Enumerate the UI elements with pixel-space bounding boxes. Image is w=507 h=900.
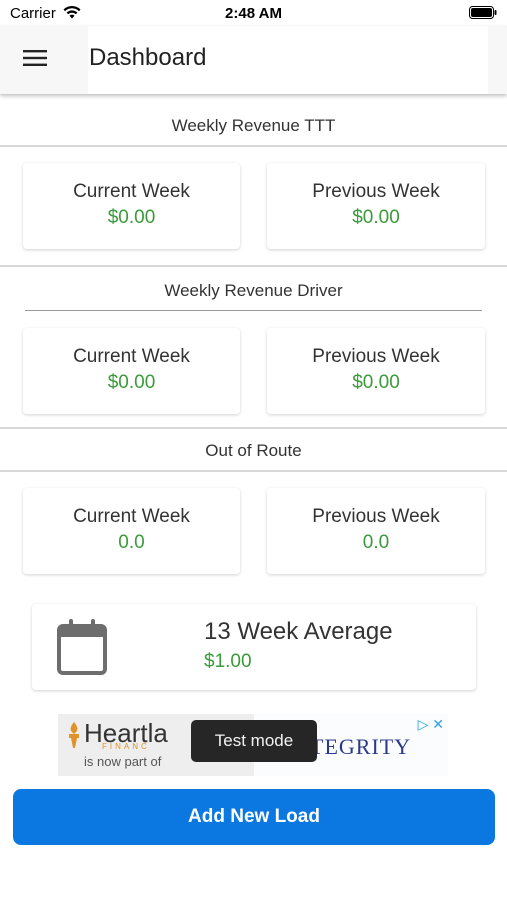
calendar-icon: [56, 618, 108, 681]
current-week-card: Current Week 0.0: [23, 488, 240, 574]
torch-icon: [66, 722, 82, 753]
current-week-label: Current Week: [73, 346, 190, 367]
current-week-value: 0.0: [118, 532, 145, 553]
app-bar-right-area: [488, 26, 507, 94]
status-bar: Carrier 2:48 AM: [0, 0, 507, 26]
current-week-label: Current Week: [73, 181, 190, 202]
section-title-out-of-route: Out of Route: [205, 441, 302, 460]
ad-partner-text: TEGRITY: [310, 734, 412, 759]
divider: [0, 145, 507, 147]
app-bar: Dashboard: [0, 26, 507, 94]
previous-week-label: Previous Week: [312, 346, 440, 367]
current-week-label: Current Week: [73, 506, 190, 527]
week-average-value: $1.00: [204, 651, 252, 672]
previous-week-card: Previous Week $0.00: [267, 163, 485, 249]
current-week-card: Current Week $0.00: [23, 163, 240, 249]
section-title-weekly-revenue-driver: Weekly Revenue Driver: [164, 281, 343, 300]
adchoices-icon[interactable]: ▷ ✕: [418, 716, 444, 733]
divider: [0, 427, 507, 429]
previous-week-card: Previous Week 0.0: [267, 488, 485, 574]
previous-week-label: Previous Week: [312, 181, 440, 202]
previous-week-label: Previous Week: [312, 506, 440, 527]
current-week-card: Current Week $0.00: [23, 328, 240, 414]
divider: [0, 265, 507, 267]
previous-week-value: 0.0: [362, 532, 390, 553]
previous-week-card: Previous Week $0.00: [267, 328, 485, 414]
add-new-load-button[interactable]: Add New Load: [13, 789, 495, 845]
previous-week-value: $0.00: [352, 207, 400, 228]
page-title: Dashboard: [89, 44, 207, 71]
current-week-value: $0.00: [107, 207, 156, 228]
ad-tagline: is now part of: [84, 754, 162, 769]
divider: [25, 310, 482, 311]
week-average-label: 13 Week Average: [204, 618, 393, 645]
current-week-value: $0.00: [107, 372, 156, 393]
menu-button[interactable]: [12, 38, 58, 82]
week-average-card: 13 Week Average $1.00: [32, 604, 476, 690]
clock: 2:48 AM: [225, 5, 282, 22]
hamburger-icon: [23, 49, 47, 72]
ad-brand-subtext: FINANC: [102, 742, 150, 751]
battery-icon: [469, 6, 497, 24]
previous-week-value: $0.00: [352, 372, 400, 393]
divider: [0, 470, 507, 472]
test-mode-toast: Test mode: [191, 720, 317, 762]
section-title-weekly-revenue-ttt: Weekly Revenue TTT: [171, 116, 336, 135]
